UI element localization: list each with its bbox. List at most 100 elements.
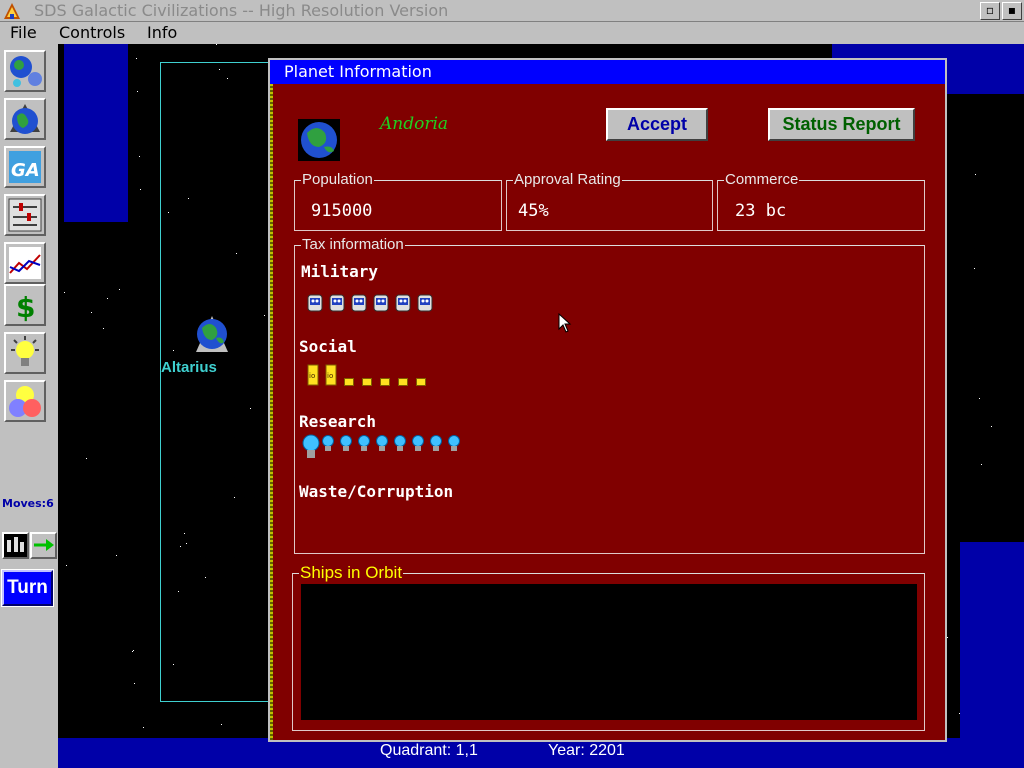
research-button[interactable] [4, 332, 46, 374]
population-box: Population 915000 [294, 171, 502, 231]
slider-settings-icon [8, 198, 42, 232]
social-tax-icon[interactable] [380, 371, 390, 386]
star [974, 268, 975, 269]
lightbulb-icon [11, 336, 39, 366]
ships-legend: Ships in Orbit [299, 563, 404, 583]
star [86, 458, 87, 459]
planet-info-dialog: Planet Information Andoria Accept Status… [268, 58, 947, 742]
accept-button[interactable]: Accept [606, 108, 708, 141]
settings-button[interactable] [4, 194, 46, 236]
planet-altarius-icon[interactable] [194, 314, 230, 354]
research-bulb-icon[interactable] [375, 434, 389, 460]
star [139, 156, 140, 157]
star [66, 565, 67, 566]
military-label: Military [301, 262, 379, 281]
galaxy-icon [10, 56, 42, 87]
arrow-right-icon [34, 539, 54, 551]
planet-name: Andoria [380, 114, 449, 134]
research-bulb-icon[interactable] [339, 434, 353, 460]
military-tax-icon[interactable] [351, 294, 367, 312]
ships-list[interactable] [301, 584, 917, 720]
race-button[interactable]: GA [4, 146, 46, 188]
planet-globe-icon [298, 119, 340, 161]
cursor-icon [558, 313, 572, 333]
social-tax-icon[interactable] [344, 371, 354, 386]
next-unit-button[interactable] [30, 532, 57, 559]
star [119, 289, 120, 290]
planet-label[interactable]: Altarius [161, 359, 217, 376]
star [107, 298, 108, 299]
dialog-title: Planet Information [270, 60, 945, 84]
ship-button[interactable] [2, 532, 29, 559]
research-bulb-icon[interactable] [321, 434, 335, 460]
menu-info[interactable]: Info [147, 23, 177, 42]
restore-button[interactable]: ▫ [980, 2, 1000, 20]
planet-icon [10, 104, 40, 134]
social-label: Social [299, 337, 357, 356]
tax-info-box: Tax information Military Social io io Res… [294, 236, 925, 554]
star [91, 312, 92, 313]
status-report-button[interactable]: Status Report [768, 108, 915, 141]
star [136, 58, 137, 59]
star [140, 189, 141, 190]
app-icon [4, 3, 20, 19]
social-tax-icon[interactable]: io [325, 364, 337, 386]
star [116, 555, 117, 556]
commerce-legend: Commerce [724, 171, 800, 188]
social-tax-icon[interactable]: io [307, 364, 319, 386]
dialog-edge [270, 84, 273, 740]
research-bulb-icon[interactable] [429, 434, 443, 460]
military-tax-icon[interactable] [329, 294, 345, 312]
race-icon: GA [9, 151, 41, 183]
research-bulb-icon[interactable] [447, 434, 461, 460]
star [979, 398, 980, 399]
social-tax-icon[interactable] [398, 371, 408, 386]
star [221, 724, 222, 725]
graph-button[interactable] [4, 242, 46, 284]
research-bulb-icon[interactable] [301, 434, 321, 460]
menu-controls[interactable]: Controls [59, 23, 125, 42]
quadrant-readout: Quadrant: 1,1 [380, 742, 478, 759]
social-tax-icon[interactable] [362, 371, 372, 386]
ships-in-orbit-box: Ships in Orbit [292, 563, 925, 731]
military-tax-icon[interactable] [417, 294, 433, 312]
sector-boundary [160, 62, 272, 702]
svg-text:io: io [309, 372, 315, 380]
menu-file[interactable]: File [10, 23, 37, 42]
research-bulb-icon[interactable] [393, 434, 407, 460]
galaxy-button[interactable] [4, 50, 46, 92]
star [133, 650, 134, 651]
military-tax-icon[interactable] [307, 294, 323, 312]
finance-button[interactable]: $ [4, 284, 46, 326]
star [134, 683, 135, 684]
social-tax-icon[interactable] [416, 371, 426, 386]
star [975, 174, 976, 175]
star [143, 727, 144, 728]
research-label: Research [299, 412, 377, 431]
graph-icon [9, 247, 41, 279]
approval-box: Approval Rating 45% [506, 171, 713, 231]
close-button[interactable]: ▪ [1002, 2, 1022, 20]
svg-text:GA: GA [11, 160, 40, 181]
star [947, 637, 948, 638]
population-legend: Population [301, 171, 374, 188]
turn-button[interactable]: Turn [1, 569, 54, 607]
diplomacy-button[interactable] [4, 380, 46, 422]
military-tax-icon[interactable] [373, 294, 389, 312]
ship-icon [4, 534, 27, 557]
status-bar: Quadrant: 1,1 Year: 2201 [58, 738, 1024, 768]
star [103, 328, 104, 329]
title-bar: SDS Galactic Civilizations -- High Resol… [0, 0, 1024, 22]
military-tax-icon[interactable] [395, 294, 411, 312]
dollar-icon: $ [16, 291, 35, 323]
game-window: SDS Galactic Civilizations -- High Resol… [0, 0, 1024, 768]
sidebar: GA $ Moves:6 Turn [0, 44, 58, 768]
window-title: SDS Galactic Civilizations -- High Resol… [34, 1, 449, 20]
tax-legend: Tax information [301, 236, 405, 253]
population-value: 915000 [311, 201, 373, 221]
star [981, 464, 982, 465]
planet-button[interactable] [4, 98, 46, 140]
research-bulb-icon[interactable] [411, 434, 425, 460]
commerce-box: Commerce 23 bc [717, 171, 925, 231]
research-bulb-icon[interactable] [357, 434, 371, 460]
